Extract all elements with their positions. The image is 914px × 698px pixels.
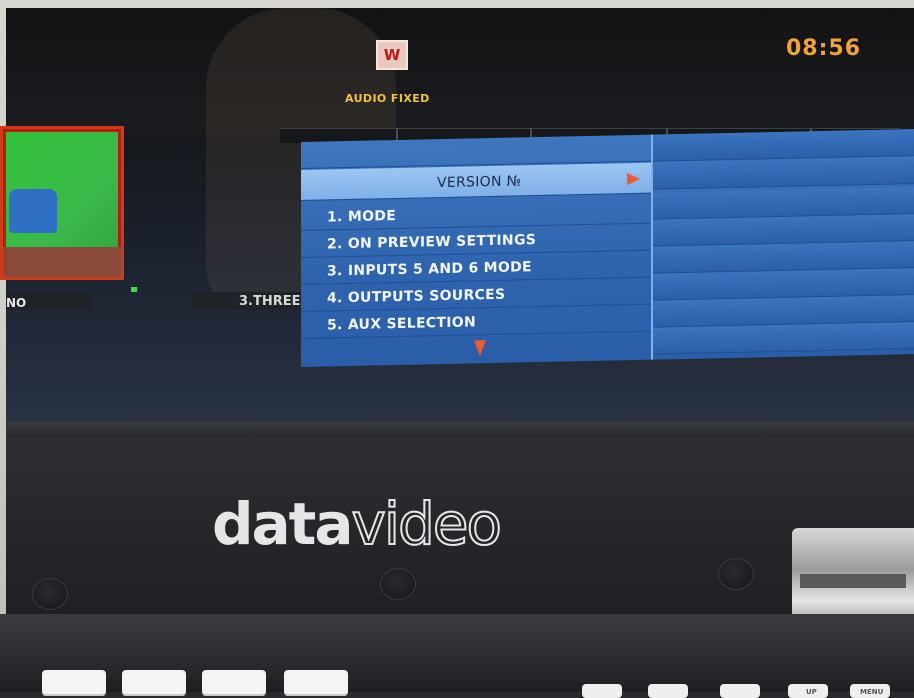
menu-header-label: VERSION № bbox=[437, 173, 522, 192]
input-badge: W bbox=[376, 40, 408, 70]
logo-bold: data bbox=[212, 490, 354, 558]
menu-list: VERSION № 1. MODE 2. ON PREVIEW SETTINGS… bbox=[301, 134, 651, 367]
control-key[interactable] bbox=[648, 684, 688, 698]
monitor-bezel-edge bbox=[6, 422, 914, 436]
control-key[interactable] bbox=[122, 670, 186, 696]
clock: 08:56 bbox=[786, 36, 862, 61]
value-row bbox=[653, 129, 914, 162]
datavideo-logo: datavideo bbox=[212, 489, 503, 559]
control-key[interactable] bbox=[202, 670, 266, 696]
logo-thin: video bbox=[351, 489, 503, 559]
control-key[interactable] bbox=[284, 670, 348, 696]
menu-item-label: 5. AUX SELECTION bbox=[327, 314, 476, 334]
program-preview-window bbox=[0, 126, 124, 280]
triangle-down-icon[interactable] bbox=[474, 340, 486, 357]
preview-chair bbox=[9, 189, 57, 233]
value-row bbox=[653, 157, 914, 190]
tally-indicator bbox=[131, 287, 137, 292]
menu-item-label: 1. MODE bbox=[327, 208, 397, 226]
value-row bbox=[653, 322, 914, 355]
source-label-three: 3.THREE bbox=[239, 294, 301, 309]
screw-icon bbox=[32, 578, 68, 610]
source-label-left: NO bbox=[6, 296, 27, 310]
up-key-label: UP bbox=[806, 688, 817, 696]
screw-icon bbox=[718, 558, 754, 590]
status-bar bbox=[6, 8, 914, 136]
control-key[interactable] bbox=[720, 684, 760, 698]
media-slot[interactable] bbox=[800, 574, 906, 588]
menu-key-label: MENU bbox=[860, 688, 884, 696]
screw-icon bbox=[380, 568, 416, 600]
setup-menu: VERSION № 1. MODE 2. ON PREVIEW SETTINGS… bbox=[301, 129, 914, 367]
triangle-right-icon bbox=[627, 172, 640, 186]
preview-floor bbox=[3, 247, 121, 277]
audio-status: AUDIO FIXED bbox=[345, 92, 430, 105]
control-key[interactable] bbox=[582, 684, 622, 698]
control-key[interactable] bbox=[42, 670, 106, 696]
